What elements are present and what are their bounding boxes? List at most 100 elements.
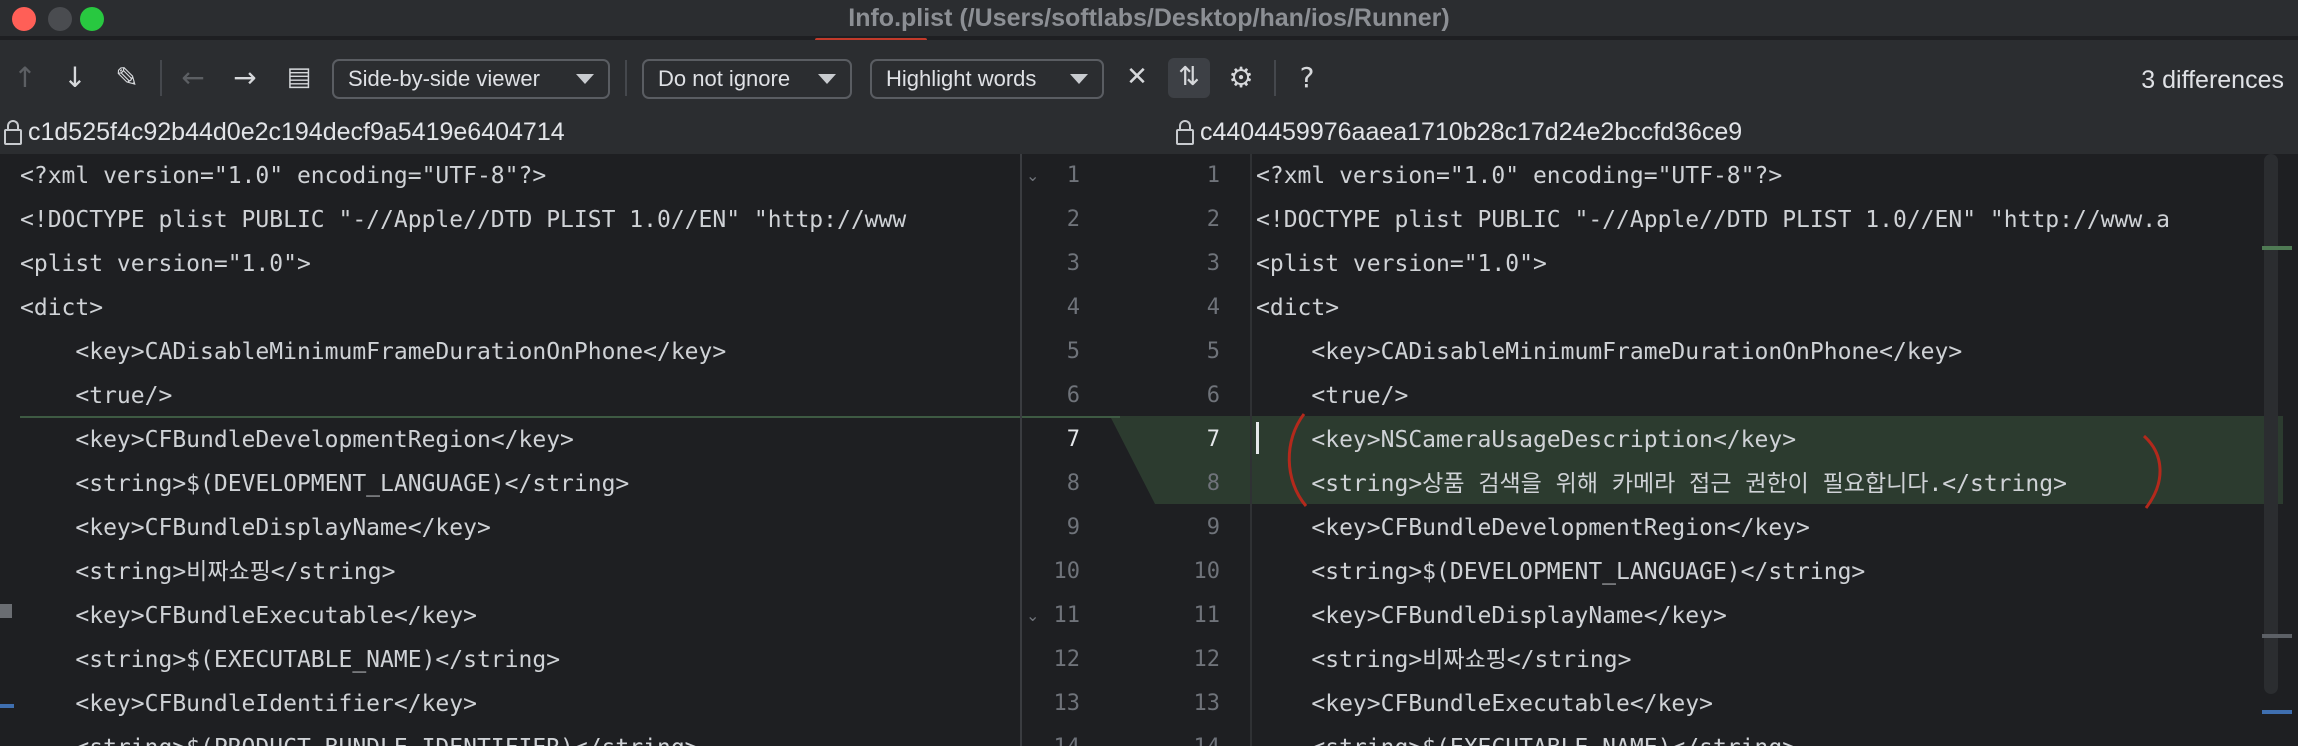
right-code-line[interactable]: <key>CADisableMinimumFrameDurationOnPhon… <box>1256 330 2256 374</box>
viewer-mode-dropdown[interactable]: Side-by-side viewer <box>332 59 610 99</box>
left-line-number: 12 <box>1053 647 1081 672</box>
collapse-unchanged-icon[interactable]: ✕ <box>1118 58 1156 96</box>
lock-icon <box>4 119 22 145</box>
right-revision: c4404459976aaea1710b28c17d24e2bccfd36ce9 <box>1176 118 1742 147</box>
right-code-line[interactable]: <plist version="1.0"> <box>1256 242 2256 286</box>
help-icon[interactable]: ? <box>1288 58 1326 96</box>
text-cursor <box>1256 422 1259 454</box>
ignore-whitespace-label: Do not ignore <box>658 66 791 91</box>
left-line-number: 4 <box>1066 295 1080 320</box>
diff-editor[interactable]: <?xml version="1.0" encoding="UTF-8"?> <!… <box>0 154 2298 746</box>
left-line-number: 14 <box>1030 726 1081 746</box>
differences-count: 3 differences <box>2141 66 2284 94</box>
left-code-line[interactable]: <?xml version="1.0" encoding="UTF-8"?> <box>20 154 1020 198</box>
right-line-number: 13 <box>1193 691 1221 716</box>
highlight-mode-label: Highlight words <box>886 66 1037 91</box>
annotation-bracket-left <box>1287 413 1308 507</box>
right-code-line[interactable]: <string>상품 검색을 위해 카메라 접근 권한이 필요합니다.</str… <box>1256 462 2256 506</box>
right-line-number: 4 <box>1206 295 1220 320</box>
ignore-whitespace-dropdown[interactable]: Do not ignore <box>642 59 852 99</box>
right-code-line[interactable]: <dict> <box>1256 286 2256 330</box>
chevron-down-icon <box>1070 74 1088 84</box>
right-line-number: 7 <box>1206 427 1220 452</box>
left-code-line[interactable]: <plist version="1.0"> <box>20 242 1020 286</box>
right-code-line[interactable]: <true/> <box>1256 374 2256 418</box>
diff-toolbar: ↑ ↓ ✎ ← → ▤ Side-by-side viewer Do not i… <box>0 40 2298 114</box>
left-code-line[interactable]: <key>CFBundleExecutable</key> <box>20 594 1020 638</box>
fold-chevron-icon[interactable]: ⌄ <box>1026 166 1039 185</box>
change-marker <box>2262 246 2292 250</box>
next-difference-icon[interactable]: ↓ <box>56 58 94 96</box>
right-line-number: 9 <box>1206 515 1220 540</box>
settings-gear-icon[interactable]: ⚙ <box>1222 58 1260 96</box>
left-code-line[interactable]: <string>비짜쇼핑</string> <box>20 550 1020 594</box>
left-line-number: 5 <box>1066 339 1080 364</box>
left-code-line[interactable]: <key>CFBundleDevelopmentRegion</key> <box>20 418 1020 462</box>
back-arrow-icon[interactable]: ← <box>174 58 212 96</box>
right-line-number: 14 <box>1170 726 1221 746</box>
left-revision-hash: c1d525f4c92b44d0e2c194decf9a5419e6404714 <box>28 118 565 146</box>
right-code-line[interactable]: <key>CFBundleDevelopmentRegion</key> <box>1256 506 2256 550</box>
annotation-bracket-right <box>2142 434 2162 509</box>
left-code-line[interactable]: <dict> <box>20 286 1020 330</box>
chevron-down-icon <box>818 74 836 84</box>
forward-arrow-icon[interactable]: → <box>226 58 264 96</box>
change-marker <box>0 704 14 708</box>
right-code-line[interactable]: <key>CFBundleDisplayName</key> <box>1256 594 2256 638</box>
left-code-line[interactable]: <true/> <box>20 374 1020 418</box>
gutter-divider <box>1250 154 1252 746</box>
right-line-number: 10 <box>1193 559 1221 584</box>
left-code-line[interactable]: <string>$(DEVELOPMENT_LANGUAGE)</string> <box>20 462 1020 506</box>
right-code-line[interactable]: <string>$(DEVELOPMENT_LANGUAGE)</string> <box>1256 550 2256 594</box>
left-revision: c1d525f4c92b44d0e2c194decf9a5419e6404714 <box>4 118 565 147</box>
highlight-mode-dropdown[interactable]: Highlight words <box>870 59 1104 99</box>
window-title: Info.plist (/Users/softlabs/Desktop/han/… <box>848 4 1450 32</box>
right-line-number: 2 <box>1206 207 1220 232</box>
toolbar-separator <box>160 60 162 96</box>
right-code-line[interactable]: <key>NSCameraUsageDescription</key> <box>1256 418 2256 462</box>
right-revision-hash: c4404459976aaea1710b28c17d24e2bccfd36ce9 <box>1200 118 1743 146</box>
chevron-down-icon <box>576 74 594 84</box>
left-code-line[interactable]: <string>$(EXECUTABLE_NAME)</string> <box>20 638 1020 682</box>
right-line-number: 5 <box>1206 339 1220 364</box>
change-marker <box>2262 710 2292 714</box>
revision-header: c1d525f4c92b44d0e2c194decf9a5419e6404714… <box>0 114 2298 154</box>
left-code-line[interactable]: <!DOCTYPE plist PUBLIC "-//Apple//DTD PL… <box>20 198 1020 242</box>
right-code-line[interactable]: <string>비짜쇼핑</string> <box>1256 638 2256 682</box>
toolbar-separator <box>1274 60 1276 96</box>
left-line-number: 13 <box>1053 691 1081 716</box>
document-icon[interactable]: ▤ <box>280 58 318 96</box>
left-code-line[interactable]: <key>CFBundleIdentifier</key> <box>20 682 1020 726</box>
right-code-line[interactable]: <!DOCTYPE plist PUBLIC "-//Apple//DTD PL… <box>1256 198 2256 242</box>
right-line-number: 1 <box>1206 163 1220 188</box>
previous-difference-icon[interactable]: ↑ <box>6 58 44 96</box>
left-line-number: 6 <box>1066 383 1080 408</box>
right-code-line[interactable]: <?xml version="1.0" encoding="UTF-8"?> <box>1256 154 2256 198</box>
right-code-line[interactable]: <string>$(EXECUTABLE_NAME)</string> <box>1256 726 2256 746</box>
right-line-number: 3 <box>1206 251 1220 276</box>
window-titlebar: Info.plist (/Users/softlabs/Desktop/han/… <box>0 0 2298 42</box>
fold-chevron-icon[interactable]: ⌄ <box>1026 606 1039 625</box>
left-code-line[interactable]: <key>CFBundleDisplayName</key> <box>20 506 1020 550</box>
left-line-number: 10 <box>1053 559 1081 584</box>
left-code-line[interactable]: <key>CADisableMinimumFrameDurationOnPhon… <box>20 330 1020 374</box>
toolbar-separator <box>625 60 627 96</box>
lock-icon <box>1176 119 1194 145</box>
left-line-number: 3 <box>1066 251 1080 276</box>
right-line-number: 12 <box>1193 647 1221 672</box>
change-marker <box>0 604 12 618</box>
left-line-number: 8 <box>1066 471 1080 496</box>
right-line-number: 11 <box>1193 603 1221 628</box>
edit-source-icon[interactable]: ✎ <box>108 58 146 96</box>
viewer-mode-label: Side-by-side viewer <box>348 66 540 91</box>
left-code-line[interactable]: <string>$(PRODUCT_BUNDLE_IDENTIFIER)</st… <box>20 726 1020 746</box>
vertical-scrollbar[interactable] <box>2264 154 2278 694</box>
pane-divider <box>1020 154 1022 746</box>
right-line-number: 8 <box>1206 471 1220 496</box>
right-line-number: 6 <box>1206 383 1220 408</box>
left-line-number: 7 <box>1066 427 1080 452</box>
change-marker <box>2262 634 2292 638</box>
right-code-line[interactable]: <key>CFBundleExecutable</key> <box>1256 682 2256 726</box>
left-line-number: 9 <box>1066 515 1080 540</box>
sync-scroll-icon: ⇅ <box>1178 62 1200 92</box>
